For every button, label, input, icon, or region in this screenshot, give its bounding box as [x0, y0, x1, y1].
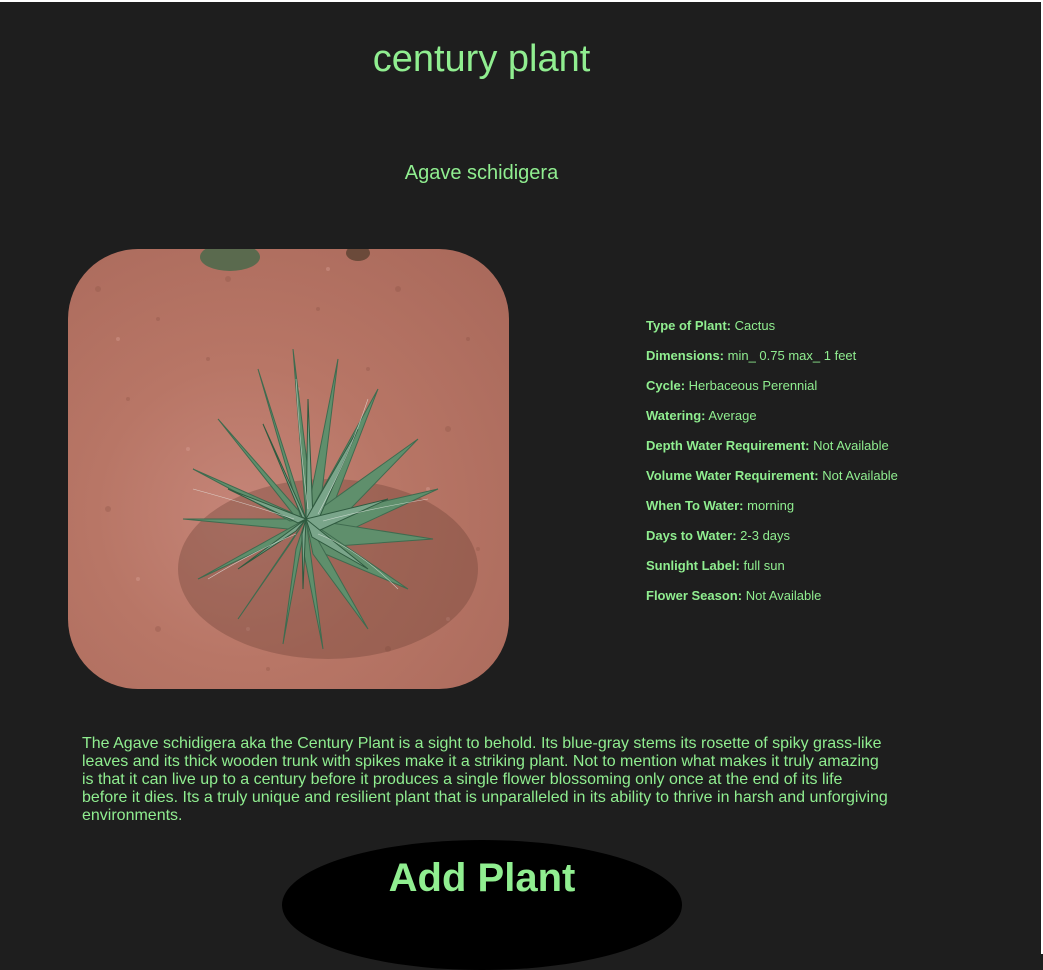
detail-label: Dimensions:: [646, 348, 725, 363]
detail-cycle: Cycle: Herbaceous Perennial: [646, 377, 898, 407]
detail-volume-water: Volume Water Requirement: Not Available: [646, 467, 898, 497]
top-border: [0, 0, 1043, 2]
detail-type-of-plant: Type of Plant: Cactus: [646, 317, 898, 347]
detail-label: Cycle:: [646, 378, 686, 393]
detail-flower-season: Flower Season: Not Available: [646, 587, 898, 617]
detail-label: Type of Plant:: [646, 318, 731, 333]
detail-dimensions: Dimensions: min_ 0.75 max_ 1 feet: [646, 347, 898, 377]
detail-sunlight: Sunlight Label: full sun: [646, 557, 898, 587]
detail-value: Not Available: [745, 588, 822, 603]
detail-depth-water: Depth Water Requirement: Not Available: [646, 437, 898, 467]
plant-common-name: century plant: [372, 38, 591, 80]
detail-label: Watering:: [646, 408, 706, 423]
detail-value: Cactus: [734, 318, 776, 333]
detail-value: Not Available: [813, 438, 889, 453]
plant-details-list: Type of Plant: Cactus Dimensions: min_ 0…: [646, 317, 898, 617]
detail-label: Depth Water Requirement:: [646, 438, 810, 453]
agave-illustration: [95, 249, 480, 671]
detail-value: Not Available: [822, 468, 898, 483]
detail-value: min_ 0.75 max_ 1 feet: [727, 348, 857, 363]
detail-label: Sunlight Label:: [646, 558, 740, 573]
detail-when-to-water: When To Water: morning: [646, 497, 898, 527]
add-plant-button[interactable]: Add Plant: [282, 840, 682, 970]
plant-image: [68, 249, 509, 689]
detail-days-to-water: Days to Water: 2-3 days: [646, 527, 898, 557]
detail-value: morning: [747, 498, 795, 513]
detail-value: Herbaceous Perennial: [688, 378, 818, 393]
detail-label: Flower Season:: [646, 588, 743, 603]
plant-description: The Agave schidigera aka the Century Pla…: [82, 735, 888, 824]
detail-label: When To Water:: [646, 498, 744, 513]
plant-scientific-name: Agave schidigera: [404, 162, 559, 184]
detail-value: full sun: [743, 558, 785, 573]
detail-label: Days to Water:: [646, 528, 737, 543]
detail-value: 2-3 days: [740, 528, 791, 543]
detail-label: Volume Water Requirement:: [646, 468, 819, 483]
detail-value: Average: [708, 408, 757, 423]
detail-watering: Watering: Average: [646, 407, 898, 437]
